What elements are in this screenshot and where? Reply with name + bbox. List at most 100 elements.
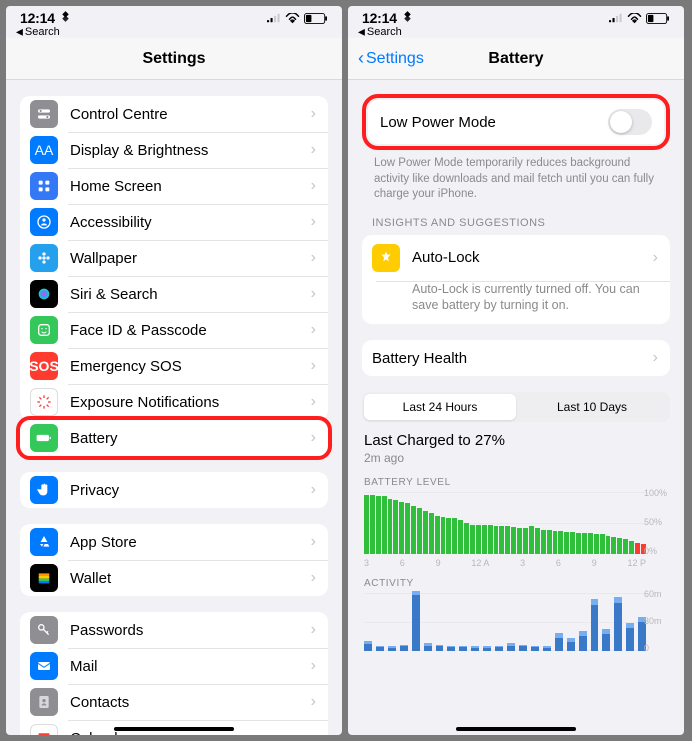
nav-header: Settings	[6, 38, 342, 80]
settings-wallpaper[interactable]: Wallpaper ›	[20, 240, 328, 276]
battery-health-label: Battery Health	[372, 350, 653, 367]
low-power-footnote: Low Power Mode temporarily reduces backg…	[348, 150, 684, 203]
settings-display-brightness[interactable]: AA Display & Brightness ›	[20, 132, 328, 168]
chevron-right-icon: ›	[311, 177, 316, 195]
battery-level-chart: BATTERY LEVEL 100%50%0% 36912 A36912 P	[348, 465, 684, 566]
settings-battery[interactable]: Battery ›	[20, 420, 328, 456]
chevron-right-icon: ›	[311, 569, 316, 587]
display-brightness-label: Display & Brightness	[70, 142, 311, 159]
chevron-right-icon: ›	[311, 533, 316, 551]
home-screen-icon	[30, 172, 58, 200]
passwords-label: Passwords	[70, 622, 311, 639]
status-time: 12:14	[20, 10, 55, 26]
last-charged-title: Last Charged to 27%	[364, 432, 668, 449]
emergency-sos-label: Emergency SOS	[70, 358, 311, 375]
wallpaper-icon	[30, 244, 58, 272]
contacts-icon	[30, 688, 58, 716]
battery-icon	[30, 424, 58, 452]
status-indicators	[609, 13, 670, 24]
battery-label: Battery	[70, 430, 311, 447]
chevron-right-icon: ›	[653, 349, 658, 367]
settings-home-screen[interactable]: Home Screen ›	[20, 168, 328, 204]
chevron-right-icon: ›	[653, 249, 658, 267]
calendar-icon: 14	[30, 724, 58, 735]
accessibility-label: Accessibility	[70, 214, 311, 231]
battery-highlight: Battery ›	[16, 416, 332, 460]
settings-contacts[interactable]: Contacts ›	[20, 684, 328, 720]
settings-control-centre[interactable]: Control Centre ›	[20, 96, 328, 132]
chevron-right-icon: ›	[311, 105, 316, 123]
control-centre-icon	[30, 100, 58, 128]
app-store-icon	[30, 528, 58, 556]
settings-screen: 12:14 ▶Search Settings Control Centre › …	[6, 6, 342, 735]
back-to-search[interactable]: ▶Search	[348, 26, 684, 38]
chevron-right-icon: ›	[311, 249, 316, 267]
chevron-right-icon: ›	[311, 393, 316, 411]
chevron-right-icon: ›	[311, 357, 316, 375]
insights-header: INSIGHTS AND SUGGESTIONS	[348, 203, 684, 233]
accessibility-icon	[30, 208, 58, 236]
battery-screen: 12:14 ▶Search ‹Settings Battery Low Powe…	[348, 6, 684, 735]
home-indicator[interactable]	[456, 727, 576, 731]
auto-lock-label: Auto-Lock	[412, 249, 653, 266]
privacy-icon	[30, 476, 58, 504]
settings-privacy[interactable]: Privacy ›	[20, 472, 328, 508]
settings-app-store[interactable]: App Store ›	[20, 524, 328, 560]
auto-lock-icon	[372, 244, 400, 272]
wallpaper-label: Wallpaper	[70, 250, 311, 267]
faceid-icon	[30, 316, 58, 344]
status-indicators	[267, 13, 328, 24]
chevron-right-icon: ›	[311, 285, 316, 303]
back-search-label: Search	[367, 26, 402, 38]
home-screen-label: Home Screen	[70, 178, 311, 195]
auto-lock-note-row: Auto-Lock is currently turned off. You c…	[362, 281, 670, 325]
status-bar: 12:14	[348, 6, 684, 26]
seg-last-24-hours[interactable]: Last 24 Hours	[364, 394, 516, 420]
chevron-right-icon: ›	[311, 429, 316, 447]
low-power-mode-toggle[interactable]	[608, 109, 652, 135]
app-store-label: App Store	[70, 534, 311, 551]
chevron-right-icon: ›	[311, 657, 316, 675]
passwords-icon	[30, 616, 58, 644]
emergency-sos-icon: SOS	[30, 352, 58, 380]
page-title: Settings	[142, 50, 205, 68]
privacy-label: Privacy	[70, 482, 311, 499]
nav-header: ‹Settings Battery	[348, 38, 684, 80]
low-power-mode-row[interactable]: Low Power Mode	[368, 100, 664, 144]
settings-emergency-sos[interactable]: SOS Emergency SOS ›	[20, 348, 328, 384]
status-time: 12:14	[362, 10, 397, 26]
settings-accessibility[interactable]: Accessibility ›	[20, 204, 328, 240]
back-button[interactable]: ‹Settings	[358, 48, 424, 69]
settings-exposure[interactable]: Exposure Notifications ›	[20, 384, 328, 420]
siri-search-icon	[30, 280, 58, 308]
mail-icon	[30, 652, 58, 680]
activity-header: ACTIVITY	[364, 578, 668, 589]
back-to-search[interactable]: ▶Search	[6, 26, 342, 38]
settings-siri-search[interactable]: Siri & Search ›	[20, 276, 328, 312]
settings-passwords[interactable]: Passwords ›	[20, 612, 328, 648]
back-search-label: Search	[25, 26, 60, 38]
chevron-right-icon: ›	[311, 621, 316, 639]
chevron-right-icon: ›	[311, 481, 316, 499]
settings-mail[interactable]: Mail ›	[20, 648, 328, 684]
shortcuts-icon	[59, 10, 72, 26]
battery-health-row[interactable]: Battery Health ›	[362, 340, 670, 376]
auto-lock-row[interactable]: Auto-Lock ›	[362, 235, 670, 281]
low-power-mode-label: Low Power Mode	[380, 114, 608, 131]
settings-faceid[interactable]: Face ID & Passcode ›	[20, 312, 328, 348]
siri-search-label: Siri & Search	[70, 286, 311, 303]
low-power-mode-highlight: Low Power Mode	[362, 94, 670, 150]
home-indicator[interactable]	[114, 727, 234, 731]
exposure-icon	[30, 388, 58, 416]
seg-last-10-days[interactable]: Last 10 Days	[516, 394, 668, 420]
wallet-icon	[30, 564, 58, 592]
wallet-label: Wallet	[70, 570, 311, 587]
last-charged-sub: 2m ago	[364, 451, 668, 465]
status-bar: 12:14	[6, 6, 342, 26]
mail-label: Mail	[70, 658, 311, 675]
settings-wallet[interactable]: Wallet ›	[20, 560, 328, 596]
time-range-segmented[interactable]: Last 24 Hours Last 10 Days	[362, 392, 670, 422]
activity-chart: ACTIVITY 60m30m0	[348, 566, 684, 663]
contacts-label: Contacts	[70, 694, 311, 711]
faceid-label: Face ID & Passcode	[70, 322, 311, 339]
